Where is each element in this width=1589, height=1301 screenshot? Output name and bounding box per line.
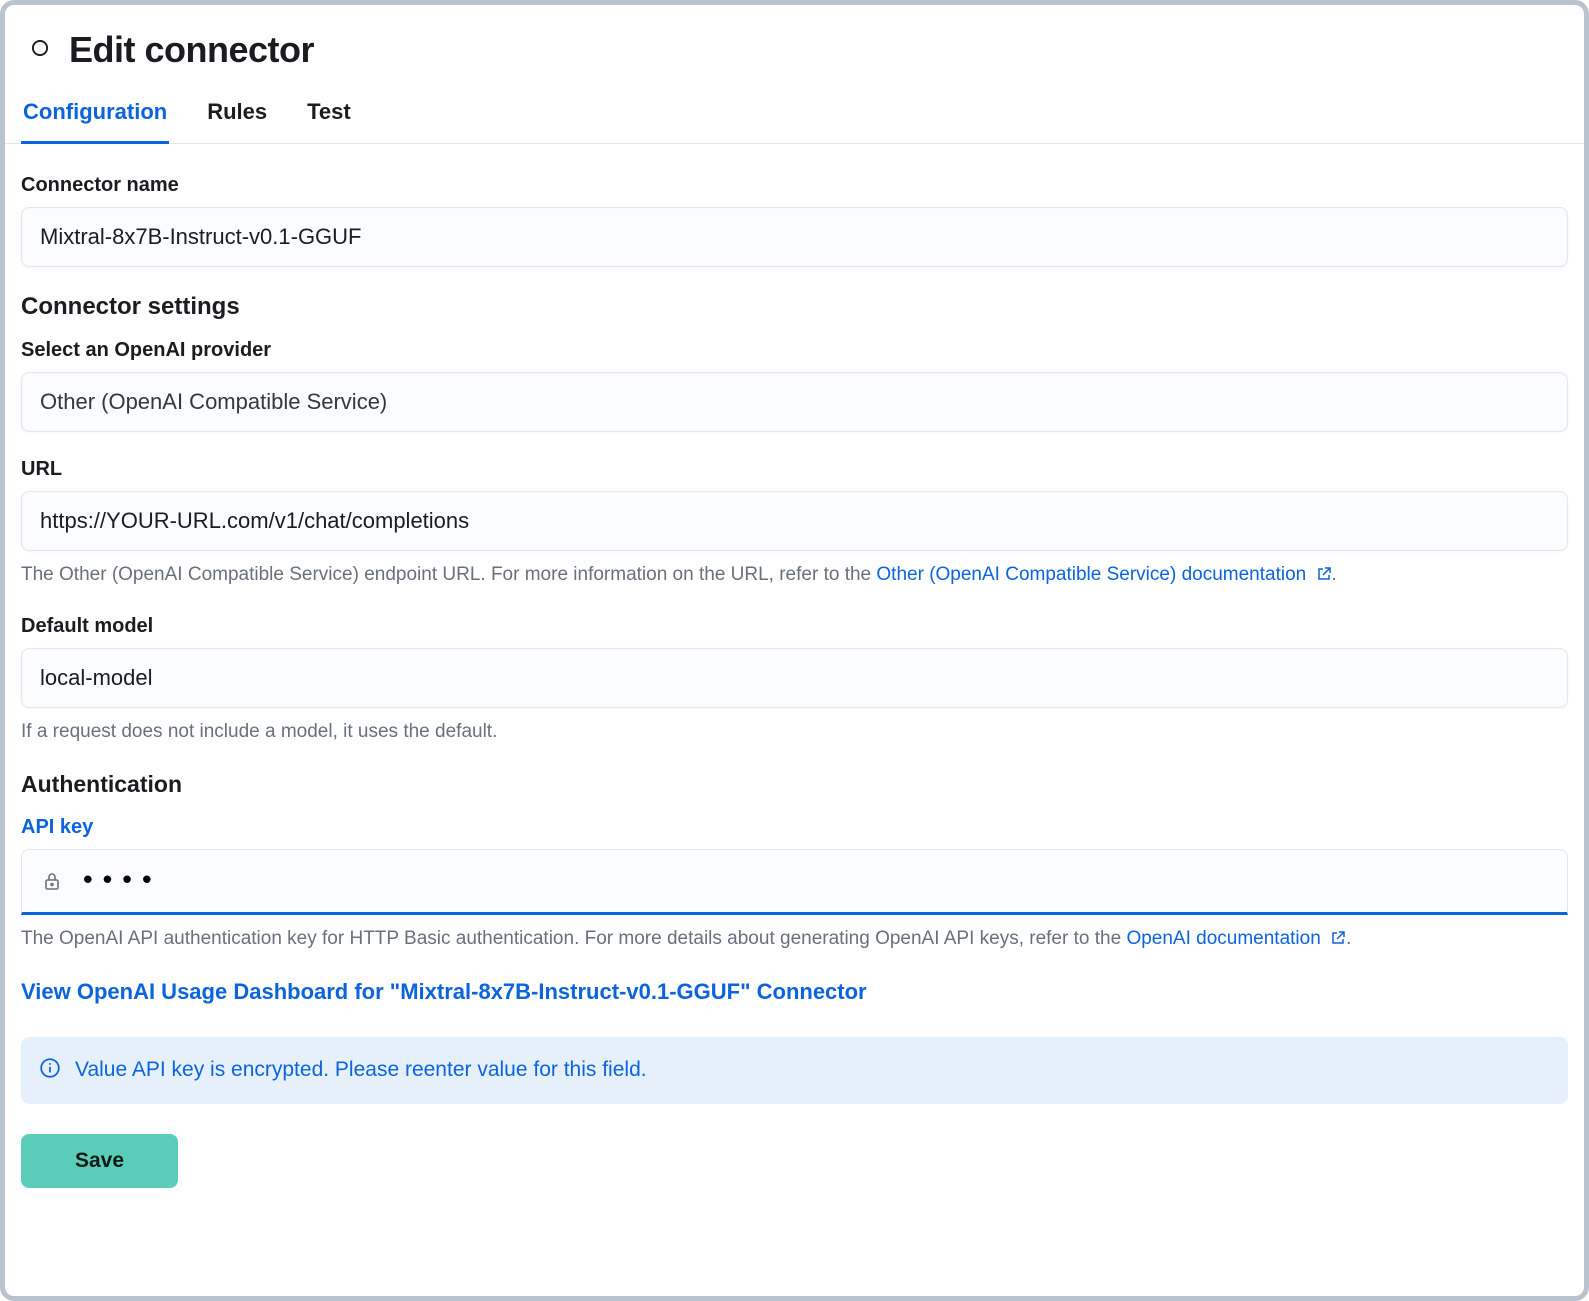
url-input[interactable] [21,491,1568,551]
connector-settings-heading: Connector settings [21,293,1568,321]
page-title: Edit connector [69,29,314,71]
api-key-help-text: The OpenAI API authentication key for HT… [21,925,1568,953]
api-key-input[interactable] [72,850,1567,912]
connector-name-input[interactable] [21,207,1568,267]
callout-text: Value API key is encrypted. Please reent… [75,1058,647,1082]
url-doc-link[interactable]: Other (OpenAI Compatible Service) docume… [876,564,1331,585]
connector-name-label: Connector name [21,174,1568,197]
url-label: URL [21,458,1568,481]
provider-label: Select an OpenAI provider [21,339,1568,362]
tab-rules[interactable]: Rules [205,93,269,143]
save-button[interactable]: Save [21,1134,178,1188]
external-link-icon [1316,563,1332,579]
tabs: Configuration Rules Test [5,93,1584,144]
tab-configuration[interactable]: Configuration [21,93,169,144]
tab-test[interactable]: Test [305,93,353,143]
default-model-help: If a request does not include a model, i… [21,718,1568,746]
provider-select[interactable] [21,372,1568,432]
openai-logo-icon [23,31,57,70]
info-icon [39,1057,61,1084]
api-key-doc-link[interactable]: OpenAI documentation [1126,928,1346,949]
url-help-text: The Other (OpenAI Compatible Service) en… [21,561,1568,589]
api-key-field-wrap [21,849,1568,915]
lock-icon [22,869,72,893]
external-link-icon [1330,927,1346,943]
default-model-label: Default model [21,615,1568,638]
default-model-input[interactable] [21,648,1568,708]
authentication-heading: Authentication [21,771,1568,798]
api-key-label: API key [21,816,1568,839]
encrypted-callout: Value API key is encrypted. Please reent… [21,1037,1568,1104]
usage-dashboard-link[interactable]: View OpenAI Usage Dashboard for "Mixtral… [21,979,1568,1005]
